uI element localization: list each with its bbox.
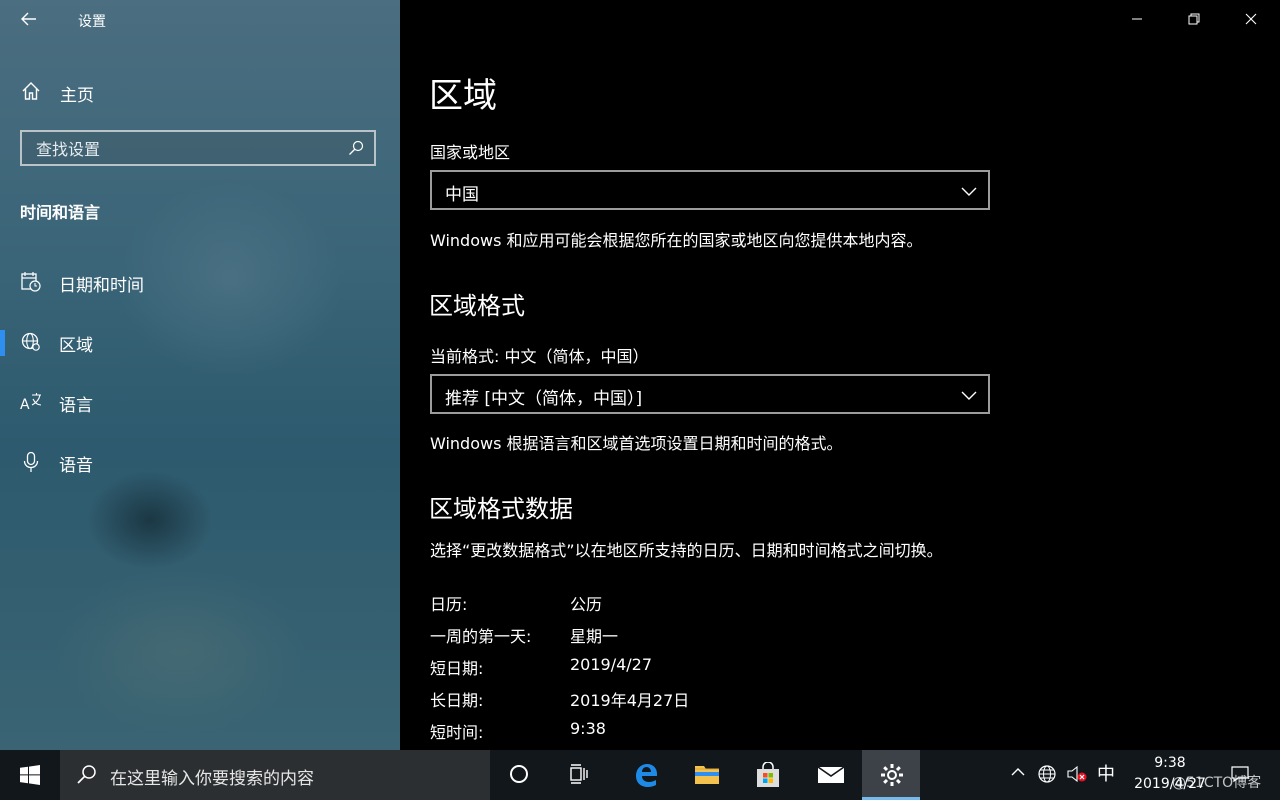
short-date-key: 短日期: — [430, 659, 484, 678]
format-data-description: 选择“更改数据格式”以在地区所支持的日历、日期和时间格式之间切换。 — [430, 541, 943, 560]
sidebar-item-region[interactable]: 区域 — [0, 320, 400, 364]
current-format-label: 当前格式: 中文（简体，中国） — [430, 347, 649, 366]
cortana-button[interactable] — [490, 750, 548, 800]
edge-browser-button[interactable] — [616, 750, 674, 800]
long-date-key: 长日期: — [430, 691, 484, 710]
start-button[interactable] — [0, 750, 60, 800]
edge-browser-icon — [636, 764, 657, 787]
sidebar-item-label: 区域 — [59, 336, 93, 356]
country-selected-value: 中国 — [445, 185, 479, 205]
format-data-heading: 区域格式数据 — [429, 495, 573, 523]
store-button[interactable] — [738, 750, 796, 800]
search-icon — [77, 765, 96, 784]
search-icon[interactable] — [348, 140, 364, 156]
home-icon — [22, 82, 40, 100]
country-label: 国家或地区 — [430, 143, 511, 162]
cortana-icon — [510, 765, 528, 783]
selection-indicator — [0, 330, 5, 356]
settings-search-input[interactable] — [34, 137, 338, 161]
store-bag-icon — [757, 762, 779, 787]
format-dropdown[interactable]: 推荐 [中文（简体，中国）] — [430, 374, 990, 414]
page-title: 区域 — [429, 76, 497, 116]
language-icon: A — [20, 393, 42, 413]
sidebar: 设置 主页 时间和语言 日期和时间 区域 A 语言 语音 — [0, 0, 400, 750]
taskbar: 在这里输入你要搜索的内容 中 9:38 2019/4/27 @51CTO博客 — [0, 750, 1280, 800]
short-time-value: 9:38 — [570, 719, 606, 738]
nav-home-label: 主页 — [60, 86, 94, 106]
taskbar-search-box[interactable]: 在这里输入你要搜索的内容 — [60, 750, 490, 800]
mail-icon — [817, 766, 845, 783]
short-time-key: 短时间: — [430, 723, 484, 742]
back-arrow-icon — [21, 12, 36, 26]
mail-button[interactable] — [800, 750, 858, 800]
volume-button[interactable] — [1066, 764, 1088, 786]
taskbar-search-placeholder: 在这里输入你要搜索的内容 — [110, 769, 314, 789]
short-date-value: 2019/4/27 — [570, 655, 653, 674]
chevron-down-icon — [961, 391, 977, 400]
long-date-value: 2019年4月27日 — [570, 691, 690, 710]
sidebar-item-label: 语言 — [59, 396, 93, 416]
close-button[interactable] — [1231, 8, 1271, 32]
country-dropdown[interactable]: 中国 — [430, 170, 990, 210]
task-view-button[interactable] — [550, 750, 608, 800]
clock-time: 9:38 — [1154, 755, 1186, 771]
close-icon — [1245, 13, 1257, 25]
minimize-button[interactable] — [1117, 8, 1157, 32]
country-description: Windows 和应用可能会根据您所在的国家或地区向您提供本地内容。 — [430, 231, 923, 250]
windows-logo-icon — [20, 765, 40, 785]
sidebar-item-speech[interactable]: 语音 — [0, 440, 400, 484]
calendar-key: 日历: — [430, 595, 468, 614]
calendar-value: 公历 — [570, 595, 603, 614]
sidebar-item-language[interactable]: A 语言 — [0, 380, 400, 424]
watermark: @51CTO博客 — [1172, 775, 1262, 791]
sidebar-item-date-time[interactable]: 日期和时间 — [0, 260, 400, 304]
restore-icon — [1188, 13, 1200, 25]
volume-muted-icon — [1067, 765, 1087, 783]
show-hidden-icons-button[interactable] — [1007, 764, 1029, 786]
app-title: 设置 — [78, 14, 106, 30]
microphone-icon — [23, 451, 39, 472]
main-content: 区域 国家或地区 中国 Windows 和应用可能会根据您所在的国家或地区向您提… — [400, 0, 1280, 750]
sidebar-item-label: 语音 — [59, 456, 93, 476]
restore-button[interactable] — [1174, 8, 1214, 32]
format-selected-value: 推荐 [中文（简体，中国）] — [445, 389, 643, 409]
calendar-clock-icon — [21, 272, 41, 292]
chevron-up-icon — [1011, 768, 1025, 776]
folder-icon — [695, 766, 719, 784]
chevron-down-icon — [961, 187, 977, 196]
format-description: Windows 根据语言和区域首选项设置日期和时间的格式。 — [430, 434, 843, 453]
network-button[interactable] — [1036, 764, 1058, 786]
svg-text:A: A — [20, 397, 30, 413]
first-day-value: 星期一 — [570, 627, 619, 646]
sidebar-item-label: 日期和时间 — [59, 276, 144, 296]
file-explorer-button[interactable] — [677, 750, 735, 800]
network-globe-icon — [1038, 765, 1056, 783]
format-heading: 区域格式 — [429, 292, 525, 320]
settings-taskbar-button[interactable] — [862, 750, 920, 800]
back-button[interactable] — [20, 10, 40, 30]
first-day-key: 一周的第一天: — [430, 627, 532, 646]
settings-search-box[interactable] — [20, 130, 376, 166]
section-title: 时间和语言 — [20, 203, 101, 222]
task-view-icon — [570, 764, 588, 784]
gear-icon — [881, 764, 903, 786]
ime-indicator[interactable]: 中 — [1095, 764, 1117, 786]
globe-icon — [21, 332, 40, 351]
nav-home[interactable]: 主页 — [0, 72, 400, 112]
minimize-icon — [1132, 18, 1142, 20]
